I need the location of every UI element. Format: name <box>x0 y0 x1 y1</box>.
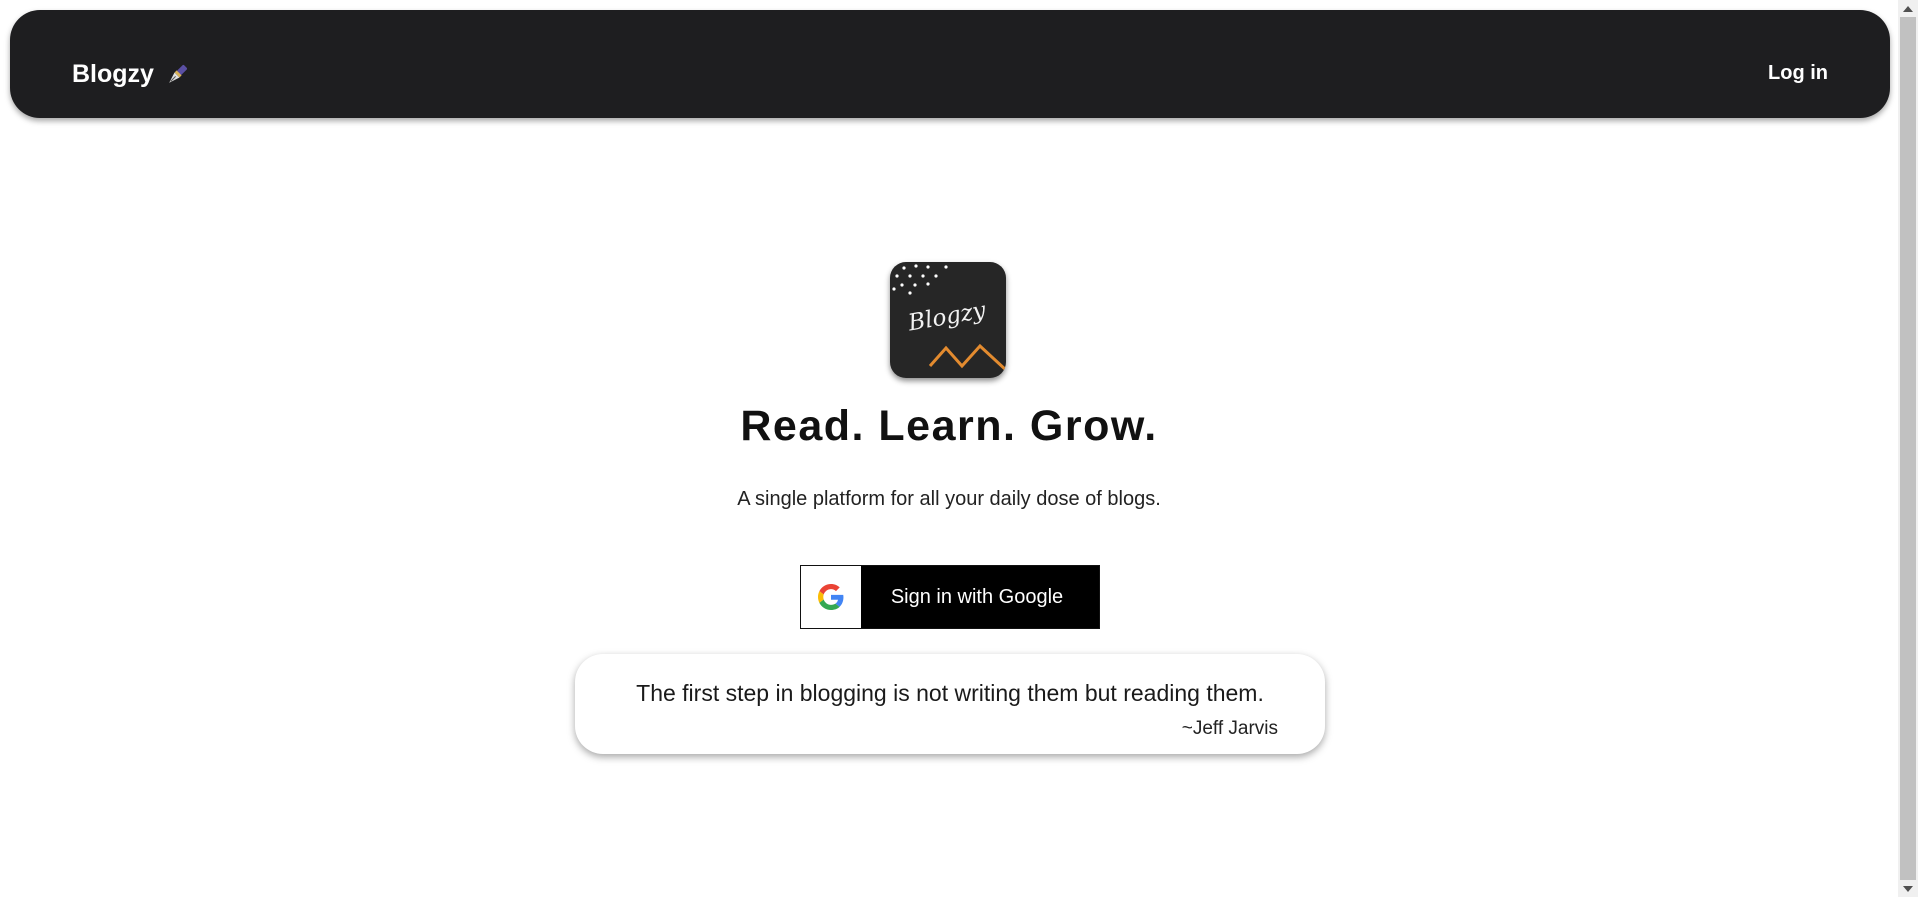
page-subtitle: A single platform for all your daily dos… <box>737 488 1161 510</box>
blogzy-logo: Blogzy <box>890 262 1006 378</box>
navbar: Blogzy Log in <box>10 10 1890 118</box>
sign-in-with-google-button[interactable]: Sign in with Google <box>800 565 1100 629</box>
google-icon <box>801 566 861 628</box>
quote-text: The first step in blogging is not writin… <box>636 680 1264 706</box>
brand[interactable]: Blogzy <box>72 60 190 89</box>
page-title: Read. Learn. Grow. <box>740 402 1158 450</box>
login-link[interactable]: Log in <box>1768 62 1828 85</box>
page: Blogzy Log in Blogzy Read. Learn. Grow. … <box>0 0 1898 897</box>
scroll-down-arrow-icon[interactable] <box>1898 880 1918 897</box>
brand-name: Blogzy <box>72 60 154 88</box>
fountain-pen-icon <box>164 62 190 88</box>
quote-card: The first step in blogging is not writin… <box>575 654 1325 754</box>
scrollbar-thumb[interactable] <box>1900 17 1916 880</box>
scroll-up-arrow-icon[interactable] <box>1898 0 1918 17</box>
vertical-scrollbar[interactable] <box>1898 0 1918 897</box>
quote-author: ~Jeff Jarvis <box>1181 718 1278 739</box>
sign-in-with-google-label: Sign in with Google <box>890 585 1064 608</box>
